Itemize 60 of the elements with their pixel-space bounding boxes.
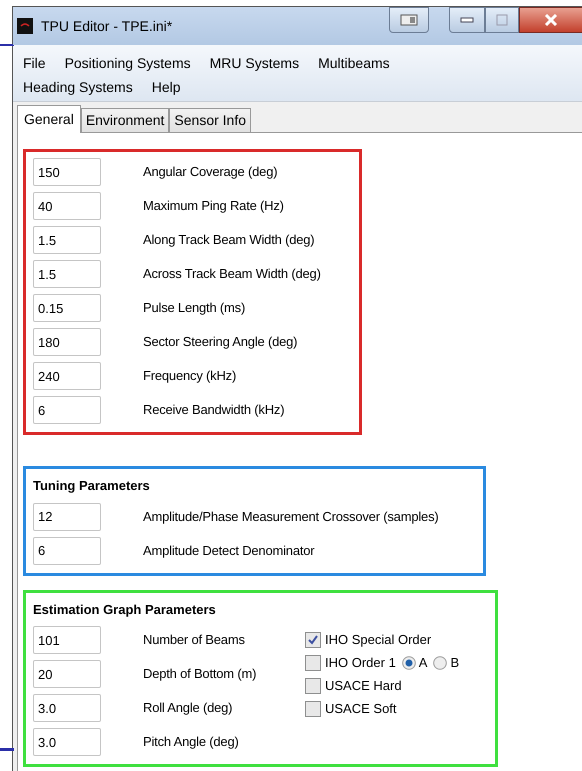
input-field[interactable]: 40 — [33, 192, 101, 220]
minimize-button[interactable] — [449, 7, 485, 33]
group-title: Tuning Parameters — [33, 477, 151, 495]
field-label: Across Track Beam Width (deg) — [143, 265, 321, 284]
input-field[interactable]: 180 — [33, 328, 101, 356]
input-field[interactable]: 3.0 — [33, 728, 101, 756]
menu-item[interactable]: Positioning Systems — [64, 52, 191, 74]
input-field[interactable]: 1.5 — [33, 226, 101, 254]
field-label: Sector Steering Angle (deg) — [143, 333, 298, 352]
field-label: Angular Coverage (deg) — [143, 163, 278, 182]
field-label: Maximum Ping Rate (Hz) — [143, 197, 284, 216]
minimize-icon — [460, 17, 474, 23]
field-label: Pitch Angle (deg) — [143, 733, 239, 752]
app-icon — [17, 18, 33, 34]
checkbox-label[interactable]: USACE Hard — [325, 676, 402, 696]
menu-item[interactable]: Heading Systems — [23, 76, 133, 98]
maximize-icon — [496, 14, 508, 26]
field-label: Frequency (kHz) — [143, 367, 236, 386]
field-label: Amplitude/Phase Measurement Crossover (samples) — [143, 508, 438, 526]
close-icon — [544, 14, 558, 26]
window-icon — [400, 14, 418, 26]
checkbox[interactable] — [305, 654, 321, 670]
group-title: Estimation Graph Parameters — [33, 600, 217, 619]
radio-label[interactable]: B — [450, 652, 460, 672]
menu-item[interactable]: Multibeams — [318, 52, 390, 74]
radio-button[interactable] — [433, 656, 448, 670]
menu-item[interactable]: MRU Systems — [210, 52, 300, 74]
input-field[interactable]: 240 — [33, 362, 101, 390]
input-field[interactable]: 0.15 — [33, 294, 101, 322]
tab[interactable]: General — [17, 105, 81, 133]
checkbox-label[interactable]: IHO Special Order — [325, 630, 432, 650]
field-label: Depth of Bottom (m) — [143, 665, 256, 684]
tab[interactable]: Environment — [80, 108, 170, 132]
field-label: Receive Bandwidth (kHz) — [143, 401, 284, 420]
input-field[interactable]: 20 — [33, 660, 101, 688]
radio-label[interactable]: A — [418, 652, 428, 672]
input-field[interactable]: 150 — [33, 158, 101, 186]
input-field[interactable]: 3.0 — [33, 694, 101, 722]
radio-button[interactable] — [402, 656, 416, 670]
field-label: Number of Beams — [143, 631, 245, 650]
field-label: Along Track Beam Width (deg) — [143, 231, 314, 250]
field-label: Amplitude Detect Denominator — [143, 542, 314, 560]
window-title: TPU Editor - TPE.ini* — [41, 16, 172, 36]
input-field[interactable]: 12 — [33, 502, 101, 530]
checkbox[interactable] — [305, 678, 321, 694]
field-label: Roll Angle (deg) — [143, 699, 232, 718]
input-field[interactable]: 6 — [33, 396, 101, 424]
tab[interactable]: Sensor Info — [169, 108, 252, 132]
close-button[interactable] — [519, 7, 582, 33]
input-field[interactable]: 6 — [33, 536, 101, 564]
input-field[interactable]: 101 — [33, 626, 101, 654]
field-label: Pulse Length (ms) — [143, 299, 246, 318]
checkbox-label[interactable]: IHO Order 1 — [325, 652, 396, 672]
menu-item[interactable]: Help — [152, 76, 181, 98]
checkbox[interactable] — [305, 632, 321, 648]
input-field[interactable]: 1.5 — [33, 260, 101, 288]
checkbox[interactable] — [305, 700, 321, 716]
switch-window-button[interactable] — [389, 7, 429, 33]
menu-item[interactable]: File — [23, 52, 46, 74]
checkbox-label[interactable]: USACE Soft — [325, 698, 397, 718]
